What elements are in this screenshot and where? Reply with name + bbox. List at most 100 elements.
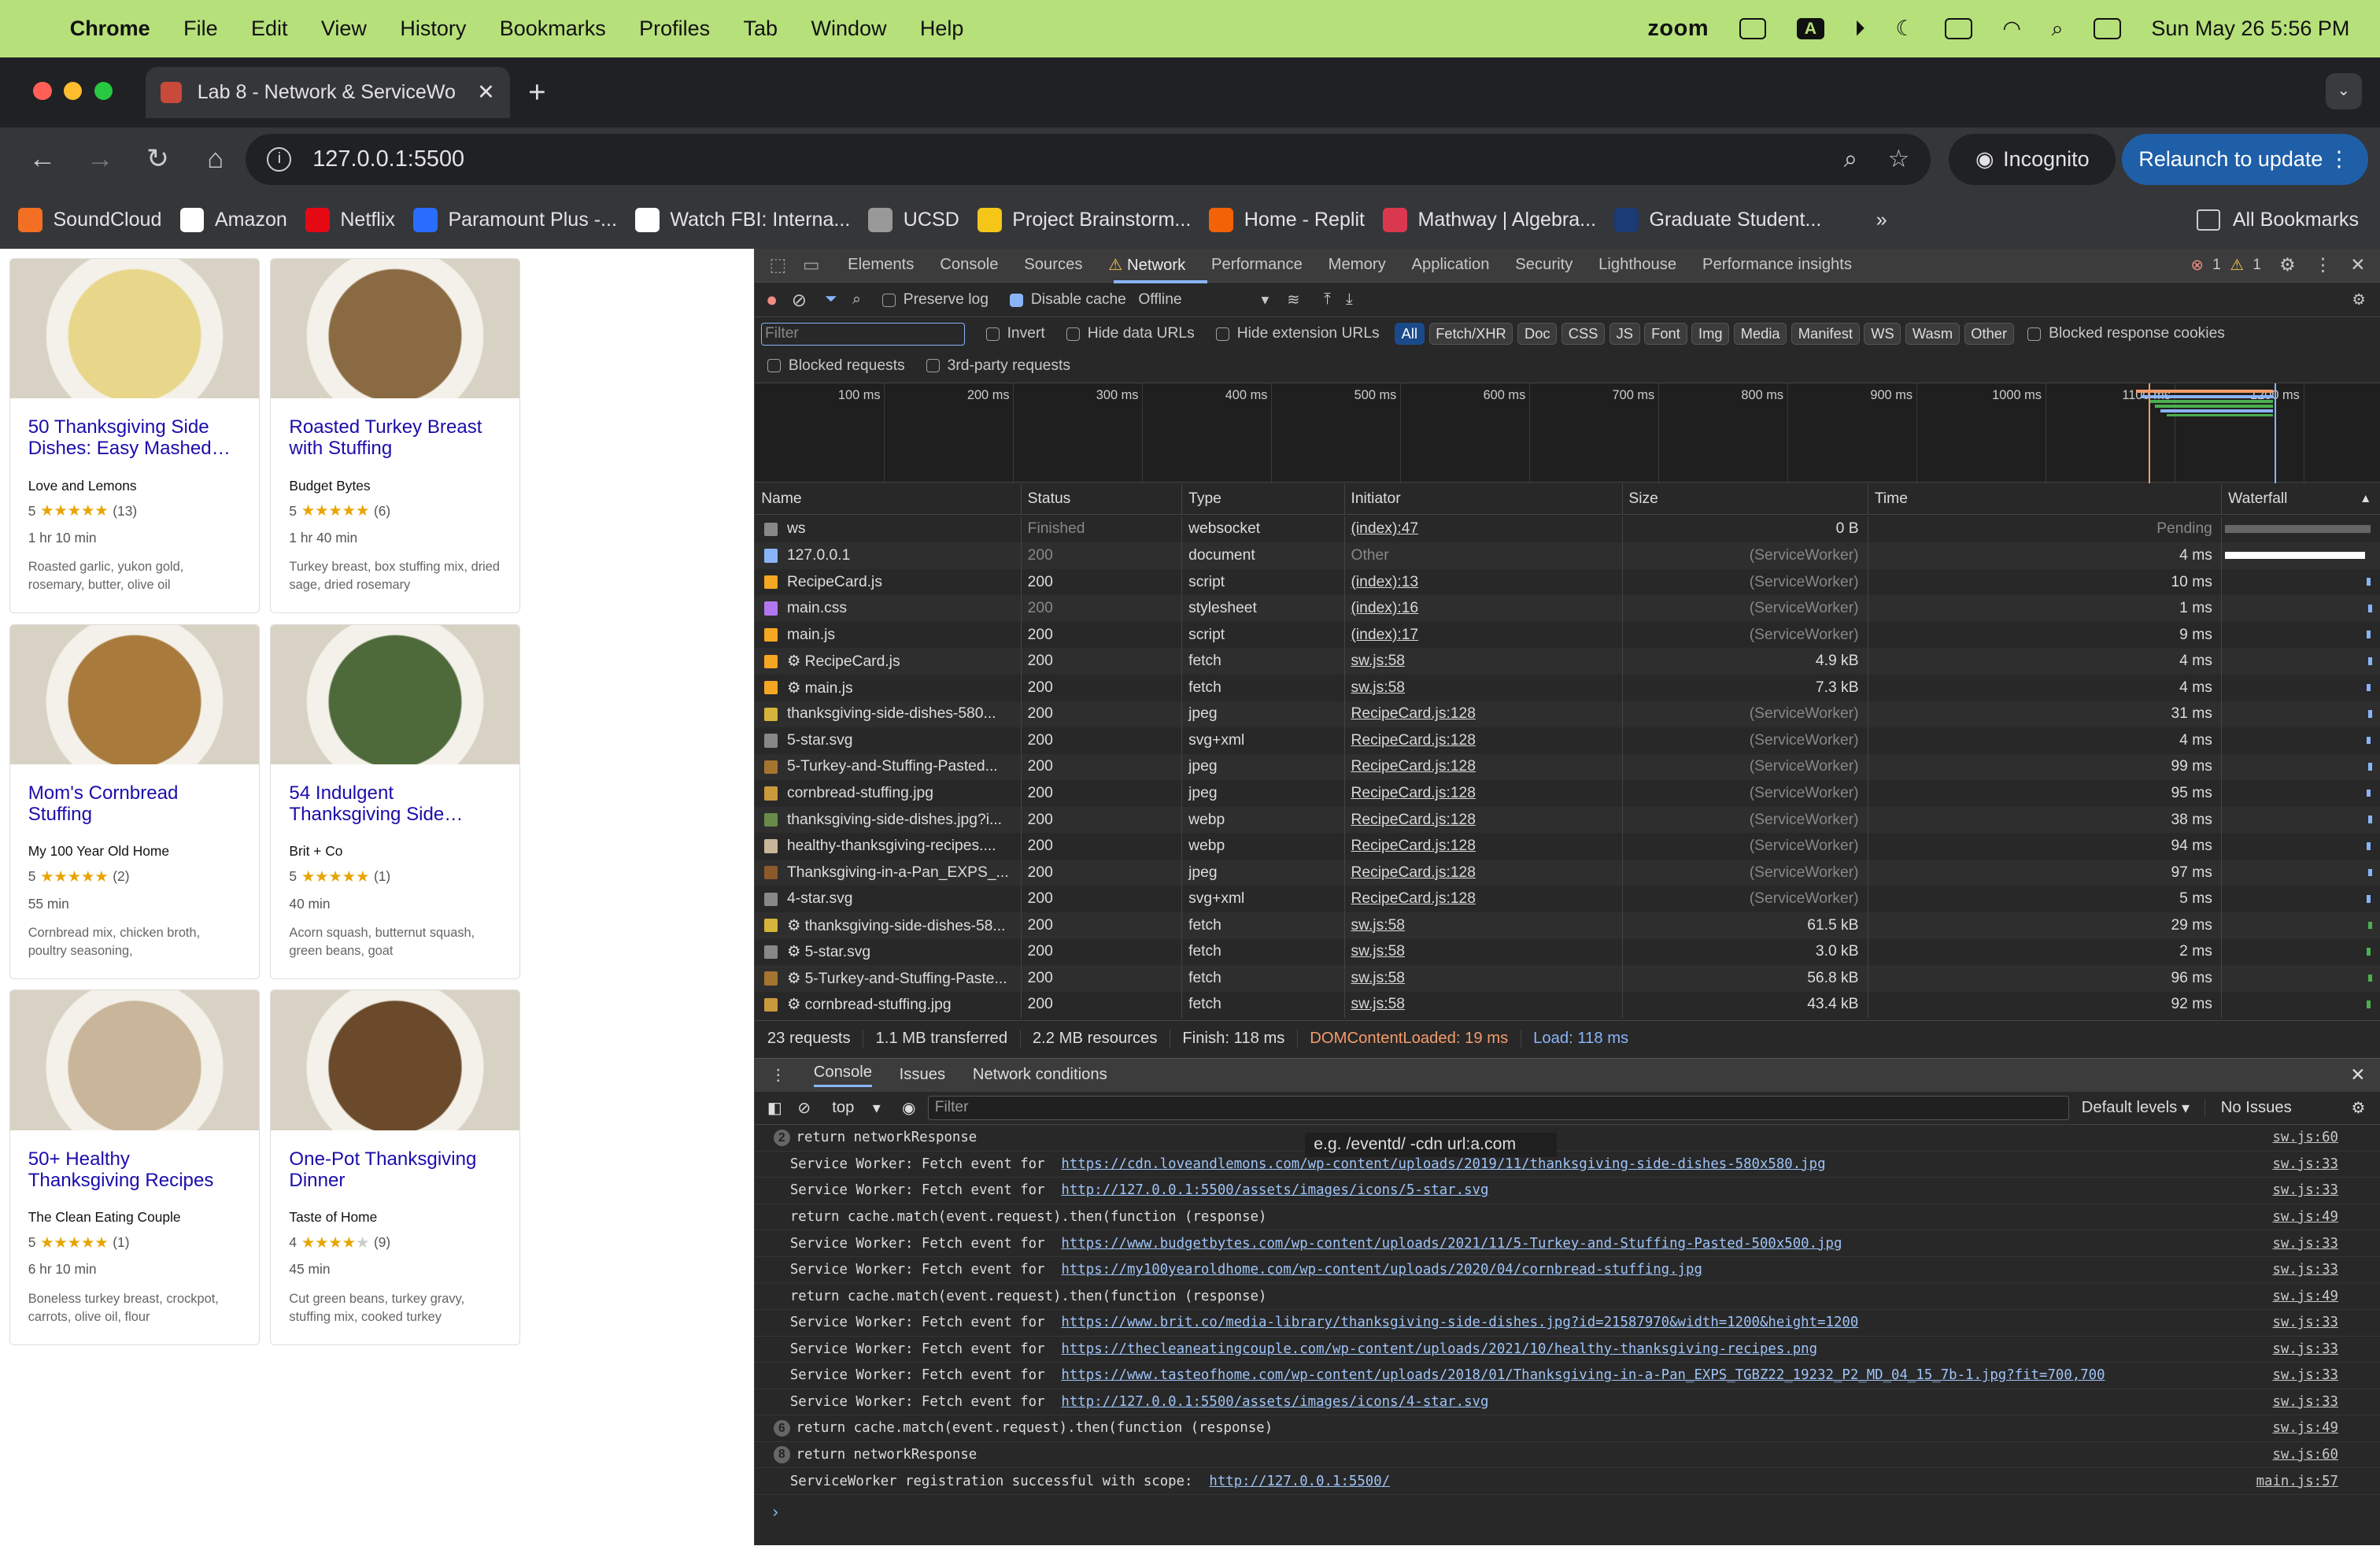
console-source-link[interactable]: sw.js:60 xyxy=(2272,1130,2338,1145)
request-row[interactable]: main.js 200 script (index):17 (ServiceWorker… xyxy=(755,621,2379,649)
request-name[interactable]: main.js xyxy=(787,627,835,644)
recipe-title[interactable]: Mom's Cornbread Stuffing xyxy=(28,782,241,825)
wifi-icon[interactable]: ◠ xyxy=(2002,17,2021,41)
hide-data-urls-checkbox[interactable]: Hide data URLs xyxy=(1066,325,1195,342)
request-initiator[interactable]: RecipeCard.js:128 xyxy=(1351,812,1476,829)
request-name[interactable]: 127.0.0.1 xyxy=(787,547,850,564)
play-icon[interactable]: ⏵ xyxy=(1854,17,1865,42)
column-name[interactable]: Name xyxy=(755,484,1020,514)
request-initiator[interactable]: (index):17 xyxy=(1351,627,1418,644)
drawer-tab-network-conditions[interactable]: Network conditions xyxy=(973,1066,1107,1084)
filter-chip-wasm[interactable]: Wasm xyxy=(1905,323,1960,346)
drawer-menu-kebab-icon[interactable]: ⋮ xyxy=(771,1065,786,1085)
console-source-link[interactable]: sw.js:33 xyxy=(2272,1262,2338,1278)
request-name[interactable]: 5-star.svg xyxy=(787,732,853,749)
console-link[interactable]: http://127.0.0.1:5500/assets/images/icon… xyxy=(1061,1394,1488,1410)
bookmark-amazon[interactable]: Amazon xyxy=(179,208,287,233)
console-link[interactable]: https://www.tasteofhome.com/wp-content/u… xyxy=(1061,1367,2105,1383)
console-source-link[interactable]: sw.js:33 xyxy=(2272,1236,2338,1252)
filter-icon[interactable]: ⏷ xyxy=(825,291,837,309)
request-name[interactable]: ⚙ thanksgiving-side-dishes-58... xyxy=(787,916,1006,935)
console-link[interactable]: http://127.0.0.1:5500/ xyxy=(1209,1474,1390,1489)
console-settings-gear-icon[interactable]: ⚙ xyxy=(2352,1098,2366,1118)
request-initiator[interactable]: sw.js:58 xyxy=(1351,653,1405,670)
bookmark-ucsd[interactable]: UCSD xyxy=(868,208,959,233)
preserve-log-checkbox[interactable]: Preserve log xyxy=(881,291,989,309)
filter-chip-js[interactable]: JS xyxy=(1609,323,1640,346)
request-row[interactable]: 127.0.0.1 200 document Other (ServiceWorker)… xyxy=(755,542,2380,569)
back-arrow-icon[interactable]: ← xyxy=(28,144,58,175)
throttling-select[interactable]: Offline ▾ xyxy=(1138,290,1269,309)
inspect-element-icon[interactable]: ⬚ xyxy=(767,254,789,276)
battery-icon[interactable] xyxy=(1945,18,1972,40)
recipe-card[interactable]: Mom's Cornbread Stuffing My 100 Year Old … xyxy=(9,623,260,979)
console-source-link[interactable]: sw.js:33 xyxy=(2272,1394,2338,1410)
filter-chip-font[interactable]: Font xyxy=(1644,323,1687,346)
recipe-card[interactable]: 50 Thanksgiving Side Dishes: Easy Mashed… xyxy=(9,257,260,614)
request-initiator[interactable]: (index):16 xyxy=(1351,600,1418,617)
tab-elements[interactable]: Elements xyxy=(848,256,914,274)
keyboard-icon[interactable] xyxy=(1739,18,1767,40)
filter-chip-ws[interactable]: WS xyxy=(1864,323,1901,346)
bookmark-mathway[interactable]: Mathway | Algebra... xyxy=(1383,208,1596,233)
request-row[interactable]: healthy-thanksgiving-recipes.... 200 webp R… xyxy=(755,833,2379,860)
request-name[interactable]: 4-star.svg xyxy=(787,890,853,908)
kebab-menu-icon[interactable]: ⋮ xyxy=(2328,147,2349,172)
request-initiator[interactable]: sw.js:58 xyxy=(1351,970,1405,987)
request-initiator[interactable]: Other xyxy=(1351,547,1388,564)
new-tab-button[interactable]: + xyxy=(528,76,546,110)
more-bookmarks-chevron-icon[interactable]: » xyxy=(1876,209,1887,231)
console-source-link[interactable]: sw.js:33 xyxy=(2272,1315,2338,1330)
request-row[interactable]: main.css 200 stylesheet (index):16 (ServiceW… xyxy=(755,595,2380,622)
bookmark-paramount[interactable]: Paramount Plus -... xyxy=(413,208,617,233)
url-text[interactable]: 127.0.0.1:5500 xyxy=(312,146,464,172)
request-row[interactable]: Thanksgiving-in-a-Pan_EXPS_... 200 jpeg Rec… xyxy=(755,859,2380,886)
column-time[interactable]: Time xyxy=(1868,484,2221,514)
request-name[interactable]: main.css xyxy=(787,600,847,617)
recipe-card[interactable]: 54 Indulgent Thanksgiving Side… Brit + Co… xyxy=(270,623,521,979)
request-row[interactable]: 5-Turkey-and-Stuffing-Pasted... 200 jpeg Re… xyxy=(755,753,2380,781)
recipe-card[interactable]: Roasted Turkey Breast with Stuffing Budge… xyxy=(270,257,521,614)
console-link[interactable]: http://127.0.0.1:5500/assets/images/icon… xyxy=(1061,1182,1488,1198)
console-source-link[interactable]: sw.js:33 xyxy=(2272,1182,2338,1198)
zoom-status-icon[interactable]: zoom xyxy=(1647,16,1709,42)
close-window-button[interactable] xyxy=(33,82,52,101)
menu-window[interactable]: Window xyxy=(811,17,886,41)
close-drawer-icon[interactable]: ✕ xyxy=(2350,1064,2365,1086)
console-source-link[interactable]: main.js:57 xyxy=(2256,1474,2338,1489)
menu-app-name[interactable]: Chrome xyxy=(70,17,150,41)
column-initiator[interactable]: Initiator xyxy=(1343,484,1622,514)
request-name[interactable]: 5-Turkey-and-Stuffing-Pasted... xyxy=(787,758,998,775)
blocked-response-cookies-checkbox[interactable]: Blocked response cookies xyxy=(2027,325,2225,342)
sidebar-toggle-icon[interactable]: ◧ xyxy=(767,1098,782,1118)
minimize-window-button[interactable] xyxy=(63,82,83,101)
filter-chip-manifest[interactable]: Manifest xyxy=(1791,323,1860,346)
tab-performance[interactable]: Performance xyxy=(1211,256,1303,274)
request-row[interactable]: ⚙ 5-Turkey-and-Stuffing-Paste... 200 fetch… xyxy=(755,965,2380,992)
filter-chip-other[interactable]: Other xyxy=(1964,323,2014,346)
spotlight-search-icon[interactable]: ⌕ xyxy=(2051,17,2063,42)
bookmark-replit[interactable]: Home - Replit xyxy=(1209,208,1365,233)
console-filter-input[interactable]: Filter xyxy=(928,1095,2070,1120)
console-source-link[interactable]: sw.js:33 xyxy=(2272,1341,2338,1357)
filter-chip-doc[interactable]: Doc xyxy=(1517,323,1558,346)
kebab-menu-icon[interactable]: ⋮ xyxy=(2314,254,2332,276)
request-initiator[interactable]: RecipeCard.js:128 xyxy=(1351,838,1476,855)
export-har-icon[interactable]: ⤓ xyxy=(1346,291,1353,309)
request-row[interactable]: ⚙ 5-star.svg 200 fetch sw.js:58 3.0 kB 2 ms xyxy=(755,938,2379,966)
request-row[interactable]: thanksgiving-side-dishes-580... 200 jpeg Re… xyxy=(755,701,2380,728)
clear-console-icon[interactable]: ⊘ xyxy=(797,1098,811,1118)
menubar-clock[interactable]: Sun May 26 5:56 PM xyxy=(2151,17,2349,41)
bookmark-soundcloud[interactable]: SoundCloud xyxy=(18,208,161,233)
console-link[interactable]: https://my100yearoldhome.com/wp-content/… xyxy=(1061,1262,1702,1278)
menu-file[interactable]: File xyxy=(183,17,217,41)
tab-network[interactable]: ⚠ Network xyxy=(1108,255,1185,275)
input-source-icon[interactable]: A xyxy=(1797,18,1824,40)
request-name[interactable]: ⚙ cornbread-stuffing.jpg xyxy=(787,995,952,1014)
drawer-tab-console[interactable]: Console xyxy=(813,1063,872,1087)
context-select[interactable]: top ▾ xyxy=(832,1098,881,1118)
request-initiator[interactable]: RecipeCard.js:128 xyxy=(1351,864,1476,882)
close-tab-icon[interactable]: ✕ xyxy=(477,80,495,105)
column-type[interactable]: Type xyxy=(1181,484,1343,514)
live-expression-eye-icon[interactable]: ◉ xyxy=(902,1098,916,1118)
